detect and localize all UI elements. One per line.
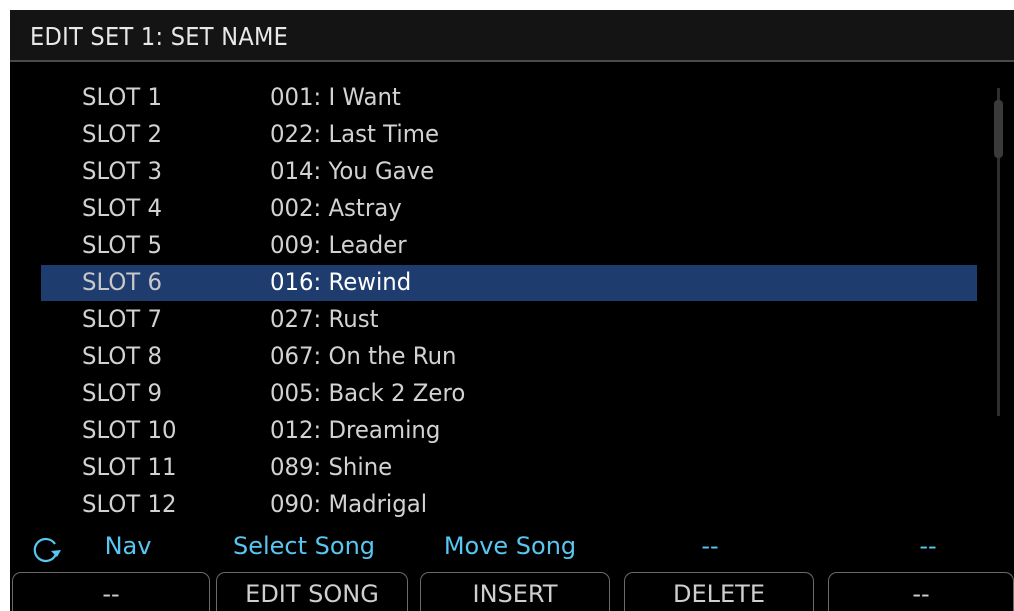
slot-label: SLOT 12 <box>82 490 177 518</box>
slot-label: SLOT 2 <box>82 120 162 148</box>
song-name: 016: Rewind <box>270 268 412 296</box>
slot-label: SLOT 3 <box>82 157 162 185</box>
slot-label: SLOT 1 <box>82 83 162 111</box>
song-name: 014: You Gave <box>270 157 435 185</box>
list-row-slot-3[interactable]: SLOT 3 014: You Gave <box>41 154 977 190</box>
song-name: 009: Leader <box>270 231 407 259</box>
knob-label-4: -- <box>701 532 719 560</box>
song-name: 001: I Want <box>270 83 401 111</box>
slot-label: SLOT 6 <box>82 268 162 296</box>
song-name: 002: Astray <box>270 194 402 222</box>
soft-button-1[interactable]: -- <box>12 572 210 611</box>
list-row-slot-2[interactable]: SLOT 2 022: Last Time <box>41 117 977 153</box>
slot-label: SLOT 7 <box>82 305 162 333</box>
slot-label: SLOT 10 <box>82 416 177 444</box>
knob-label-move-song: Move Song <box>443 532 577 560</box>
edit-song-button[interactable]: EDIT SONG <box>216 572 408 611</box>
slot-label: SLOT 5 <box>82 231 162 259</box>
song-name: 022: Last Time <box>270 120 439 148</box>
song-name: 012: Dreaming <box>270 416 441 444</box>
list-row-slot-6-selected[interactable]: SLOT 6 016: Rewind <box>41 265 977 301</box>
insert-button[interactable]: INSERT <box>420 572 610 611</box>
list-row-slot-9[interactable]: SLOT 9 005: Back 2 Zero <box>41 376 977 412</box>
song-name: 090: Madrigal <box>270 490 428 518</box>
list-row-slot-12[interactable]: SLOT 12 090: Madrigal <box>41 487 977 523</box>
slot-label: SLOT 8 <box>82 342 162 370</box>
song-name: 027: Rust <box>270 305 379 333</box>
slot-label: SLOT 4 <box>82 194 162 222</box>
list-row-slot-10[interactable]: SLOT 10 012: Dreaming <box>41 413 977 449</box>
knob-label-nav: Nav <box>104 532 152 560</box>
list-row-slot-7[interactable]: SLOT 7 027: Rust <box>41 302 977 338</box>
knob-label-select-song: Select Song <box>232 532 376 560</box>
soft-button-row: -- EDIT SONG INSERT DELETE -- <box>10 572 1014 611</box>
delete-button[interactable]: DELETE <box>624 572 814 611</box>
list-row-slot-1[interactable]: SLOT 1 001: I Want <box>41 80 977 116</box>
slot-label: SLOT 9 <box>82 379 162 407</box>
scrollbar-thumb[interactable] <box>994 100 1003 158</box>
song-name: 067: On the Run <box>270 342 457 370</box>
page-title: EDIT SET 1: SET NAME <box>30 22 289 51</box>
list-row-slot-8[interactable]: SLOT 8 067: On the Run <box>41 339 977 375</box>
knob-labels-row: Nav Select Song Move Song -- -- <box>10 532 1014 566</box>
device-screen: EDIT SET 1: SET NAME SLOT 1 001: I Want … <box>10 10 1014 611</box>
knob-label-5: -- <box>919 532 937 560</box>
list-row-slot-11[interactable]: SLOT 11 089: Shine <box>41 450 977 486</box>
song-name: 089: Shine <box>270 453 393 481</box>
list-row-slot-5[interactable]: SLOT 5 009: Leader <box>41 228 977 264</box>
soft-button-5[interactable]: -- <box>828 572 1014 611</box>
list-row-slot-4[interactable]: SLOT 4 002: Astray <box>41 191 977 227</box>
slot-label: SLOT 11 <box>82 453 177 481</box>
song-name: 005: Back 2 Zero <box>270 379 466 407</box>
title-bar: EDIT SET 1: SET NAME <box>10 10 1014 62</box>
